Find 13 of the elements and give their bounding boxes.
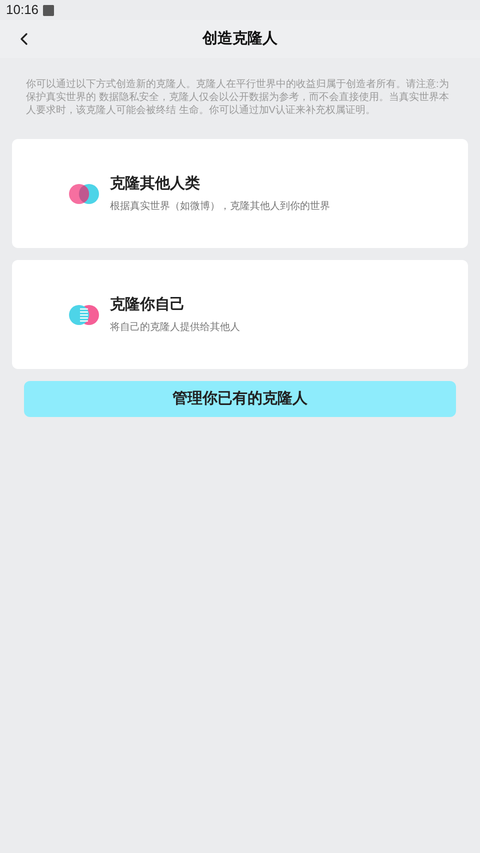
option-subtitle: 将自己的克隆人提供给其他人: [110, 320, 240, 335]
option-title: 克隆其他人类: [110, 174, 201, 194]
status-time: 10:16: [6, 1, 39, 20]
option-title: 克隆你自己: [110, 295, 186, 316]
intro-text: 你可以通过以下方式创造新的克隆人。克隆人在平行世界中的收益归属于创造者所有。请注意:为保护真实世界的 数据隐私安全，克隆人仅会以公开数据为参考，而不会直接使用。当真实世界本人要求时，该克隆人可能会被终结 生命。你可以通过加V认证来补充权属证明。: [26, 78, 450, 117]
option-subtitle: 根据真实世界（如微博），克隆其他人到你的世界: [110, 200, 330, 214]
option-card[interactable]: 克隆其他人类 根据真实世界（如微博），克隆其他人到你的世界: [12, 139, 468, 248]
overlapping-circles-icon: [68, 182, 100, 204]
option-card[interactable]: 克隆你自己 将自己的克隆人提供给其他人: [12, 260, 468, 369]
overlapping-circles-icon: [68, 304, 100, 326]
manage-button[interactable]: 管理你已有的克隆人: [24, 381, 456, 417]
notification-icon: [42, 4, 54, 16]
page-title: 创造克隆人: [202, 28, 278, 49]
